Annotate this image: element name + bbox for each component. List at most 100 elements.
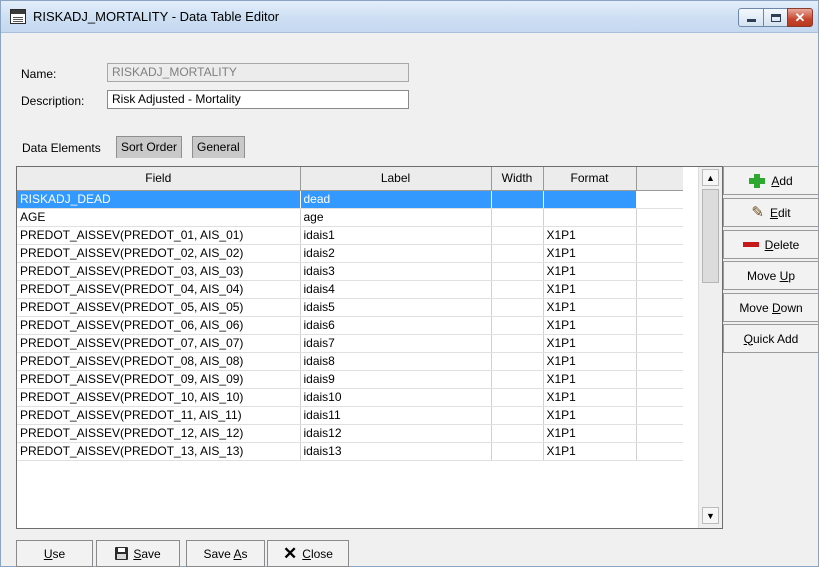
cell-width[interactable]: [491, 424, 544, 443]
description-field[interactable]: Risk Adjusted - Mortality: [107, 90, 409, 109]
cell-field[interactable]: PREDOT_AISSEV(PREDOT_11, AIS_11): [17, 406, 301, 425]
cell-field[interactable]: PREDOT_AISSEV(PREDOT_03, AIS_03): [17, 262, 301, 281]
tab-data-elements[interactable]: Data Elements: [18, 138, 105, 160]
cell-width[interactable]: [491, 244, 544, 263]
cell-field[interactable]: PREDOT_AISSEV(PREDOT_09, AIS_09): [17, 370, 301, 389]
cell-label[interactable]: idais1: [300, 226, 492, 245]
delete-button[interactable]: Delete: [723, 230, 819, 259]
cell-width[interactable]: [491, 352, 544, 371]
cell-width[interactable]: [491, 190, 544, 209]
use-button[interactable]: Use: [16, 540, 93, 567]
cell-label[interactable]: idais4: [300, 280, 492, 299]
cell-format[interactable]: X1P1: [543, 298, 637, 317]
cell-label[interactable]: age: [300, 208, 492, 227]
quick-add-button[interactable]: Quick Add: [723, 324, 819, 353]
cell-format[interactable]: X1P1: [543, 406, 637, 425]
table-row[interactable]: PREDOT_AISSEV(PREDOT_02, AIS_02) idais2 X1…: [17, 244, 683, 263]
cell-width[interactable]: [491, 334, 544, 353]
scroll-down-icon[interactable]: ▼: [702, 507, 719, 524]
table-row[interactable]: AGE age: [17, 208, 683, 227]
minimize-button[interactable]: [738, 8, 764, 27]
tab-sort-order[interactable]: Sort Order: [116, 136, 183, 158]
cell-format[interactable]: X1P1: [543, 370, 637, 389]
table-row[interactable]: PREDOT_AISSEV(PREDOT_13, AIS_13) idais13 X…: [17, 442, 683, 461]
cell-label[interactable]: idais13: [300, 442, 492, 461]
cell-format[interactable]: X1P1: [543, 334, 637, 353]
cell-width[interactable]: [491, 370, 544, 389]
cell-width[interactable]: [491, 280, 544, 299]
table-row[interactable]: PREDOT_AISSEV(PREDOT_01, AIS_01) idais1 X1…: [17, 226, 683, 245]
scrollbar-thumb[interactable]: [702, 189, 719, 283]
move-up-button[interactable]: Move Up: [723, 261, 819, 290]
cell-format[interactable]: X1P1: [543, 352, 637, 371]
table-row[interactable]: PREDOT_AISSEV(PREDOT_06, AIS_06) idais6 X1…: [17, 316, 683, 335]
cell-field[interactable]: PREDOT_AISSEV(PREDOT_06, AIS_06): [17, 316, 301, 335]
title-bar[interactable]: RISKADJ_MORTALITY - Data Table Editor ✕: [1, 1, 818, 33]
add-button[interactable]: Add: [723, 166, 819, 195]
cell-format[interactable]: X1P1: [543, 226, 637, 245]
column-header-format[interactable]: Format: [543, 167, 637, 191]
column-header-field[interactable]: Field: [17, 167, 301, 191]
cell-label[interactable]: idais9: [300, 370, 492, 389]
cell-field[interactable]: PREDOT_AISSEV(PREDOT_05, AIS_05): [17, 298, 301, 317]
move-down-button[interactable]: Move Down: [723, 293, 819, 322]
cell-field[interactable]: PREDOT_AISSEV(PREDOT_08, AIS_08): [17, 352, 301, 371]
cell-field[interactable]: PREDOT_AISSEV(PREDOT_13, AIS_13): [17, 442, 301, 461]
table-row[interactable]: PREDOT_AISSEV(PREDOT_11, AIS_11) idais11 X…: [17, 406, 683, 425]
scroll-up-icon[interactable]: ▲: [702, 169, 719, 186]
cell-label[interactable]: idais3: [300, 262, 492, 281]
cell-field[interactable]: PREDOT_AISSEV(PREDOT_07, AIS_07): [17, 334, 301, 353]
maximize-button[interactable]: [763, 8, 788, 27]
table-row[interactable]: PREDOT_AISSEV(PREDOT_04, AIS_04) idais4 X1…: [17, 280, 683, 299]
table-row[interactable]: PREDOT_AISSEV(PREDOT_09, AIS_09) idais9 X1…: [17, 370, 683, 389]
table-row[interactable]: RISKADJ_DEAD dead: [17, 190, 683, 209]
cell-format[interactable]: X1P1: [543, 442, 637, 461]
save-as-button[interactable]: Save As: [186, 540, 265, 567]
cell-label[interactable]: idais12: [300, 424, 492, 443]
cell-field[interactable]: PREDOT_AISSEV(PREDOT_02, AIS_02): [17, 244, 301, 263]
table-row[interactable]: PREDOT_AISSEV(PREDOT_03, AIS_03) idais3 X1…: [17, 262, 683, 281]
table-row[interactable]: PREDOT_AISSEV(PREDOT_08, AIS_08) idais8 X1…: [17, 352, 683, 371]
cell-format[interactable]: X1P1: [543, 316, 637, 335]
cell-format[interactable]: X1P1: [543, 262, 637, 281]
cell-format[interactable]: X1P1: [543, 424, 637, 443]
tab-general[interactable]: General: [192, 136, 245, 158]
table-row[interactable]: PREDOT_AISSEV(PREDOT_12, AIS_12) idais12 X…: [17, 424, 683, 443]
save-button[interactable]: Save: [96, 540, 180, 567]
cell-field[interactable]: AGE: [17, 208, 301, 227]
cell-label[interactable]: idais6: [300, 316, 492, 335]
cell-width[interactable]: [491, 442, 544, 461]
close-button[interactable]: ✕ Close: [267, 540, 349, 567]
cell-field[interactable]: PREDOT_AISSEV(PREDOT_12, AIS_12): [17, 424, 301, 443]
table-row[interactable]: PREDOT_AISSEV(PREDOT_07, AIS_07) idais7 X1…: [17, 334, 683, 353]
name-field[interactable]: RISKADJ_MORTALITY: [107, 63, 409, 82]
column-header-label[interactable]: Label: [300, 167, 492, 191]
cell-width[interactable]: [491, 226, 544, 245]
column-header-width[interactable]: Width: [491, 167, 544, 191]
cell-field[interactable]: PREDOT_AISSEV(PREDOT_10, AIS_10): [17, 388, 301, 407]
cell-width[interactable]: [491, 316, 544, 335]
cell-field[interactable]: PREDOT_AISSEV(PREDOT_01, AIS_01): [17, 226, 301, 245]
close-window-button[interactable]: ✕: [787, 8, 813, 27]
cell-format[interactable]: [543, 208, 637, 227]
table-row[interactable]: PREDOT_AISSEV(PREDOT_10, AIS_10) idais10 X…: [17, 388, 683, 407]
cell-format[interactable]: [543, 190, 637, 209]
cell-format[interactable]: X1P1: [543, 388, 637, 407]
cell-label[interactable]: idais5: [300, 298, 492, 317]
cell-label[interactable]: idais2: [300, 244, 492, 263]
cell-format[interactable]: X1P1: [543, 244, 637, 263]
cell-field[interactable]: RISKADJ_DEAD: [17, 190, 301, 209]
cell-label[interactable]: idais8: [300, 352, 492, 371]
cell-width[interactable]: [491, 262, 544, 281]
table-row[interactable]: PREDOT_AISSEV(PREDOT_05, AIS_05) idais5 X1…: [17, 298, 683, 317]
cell-width[interactable]: [491, 298, 544, 317]
cell-field[interactable]: PREDOT_AISSEV(PREDOT_04, AIS_04): [17, 280, 301, 299]
cell-format[interactable]: X1P1: [543, 280, 637, 299]
cell-label[interactable]: idais10: [300, 388, 492, 407]
cell-width[interactable]: [491, 406, 544, 425]
grid-vertical-scrollbar[interactable]: ▲ ▼: [698, 167, 722, 528]
cell-label[interactable]: dead: [300, 190, 492, 209]
cell-label[interactable]: idais11: [300, 406, 492, 425]
cell-width[interactable]: [491, 388, 544, 407]
cell-width[interactable]: [491, 208, 544, 227]
